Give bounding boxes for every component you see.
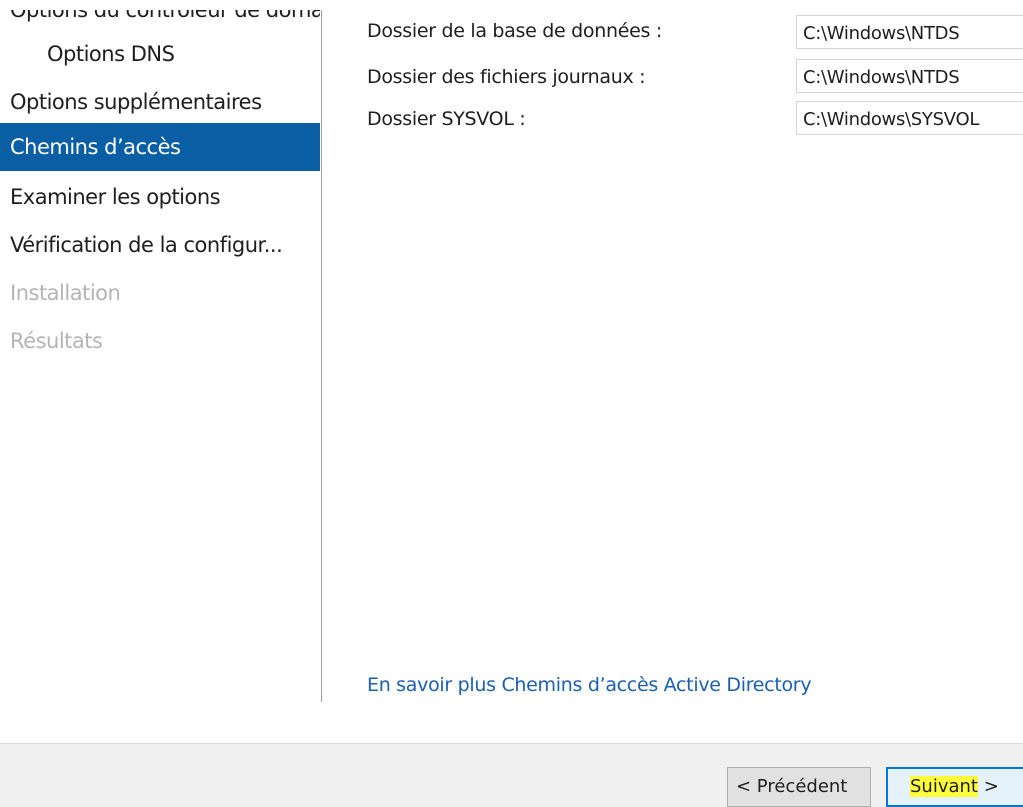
log-files-folder-label: Dossier des fichiers journaux : bbox=[367, 66, 646, 88]
log-files-folder-field[interactable] bbox=[796, 59, 1023, 93]
top-crop-edge bbox=[0, 0, 1023, 10]
wizard-navigation: Options du contrôleur de domaine Options… bbox=[0, 0, 322, 700]
nav-item-results: Résultats bbox=[10, 329, 103, 353]
nav-item-review-options[interactable]: Examiner les options bbox=[0, 173, 320, 221]
next-button-arrow: > bbox=[977, 776, 999, 797]
next-button[interactable]: Suivant > bbox=[886, 767, 1023, 807]
nav-item-paths[interactable]: Chemins d’accès bbox=[0, 123, 320, 171]
database-folder-label: Dossier de la base de données : bbox=[367, 20, 662, 42]
database-folder-field[interactable] bbox=[796, 15, 1023, 49]
learn-more-paths-link[interactable]: En savoir plus Chemins d’accès Active Di… bbox=[367, 674, 812, 696]
sysvol-folder-field[interactable] bbox=[796, 101, 1023, 135]
nav-item-additional-options[interactable]: Options supplémentaires bbox=[0, 78, 320, 126]
vertical-divider bbox=[321, 10, 322, 702]
sysvol-folder-label: Dossier SYSVOL : bbox=[367, 108, 526, 130]
nav-item-dns-options[interactable]: Options DNS bbox=[0, 30, 320, 78]
previous-button[interactable]: < Précédent bbox=[727, 767, 871, 807]
nav-item-prerequisites-check[interactable]: Vérification de la configur... bbox=[0, 221, 320, 269]
nav-item-installation: Installation bbox=[10, 281, 121, 305]
wizard-footer: < Précédent Suivant > bbox=[0, 743, 1023, 807]
next-button-highlighted-label: Suivant bbox=[910, 776, 978, 797]
